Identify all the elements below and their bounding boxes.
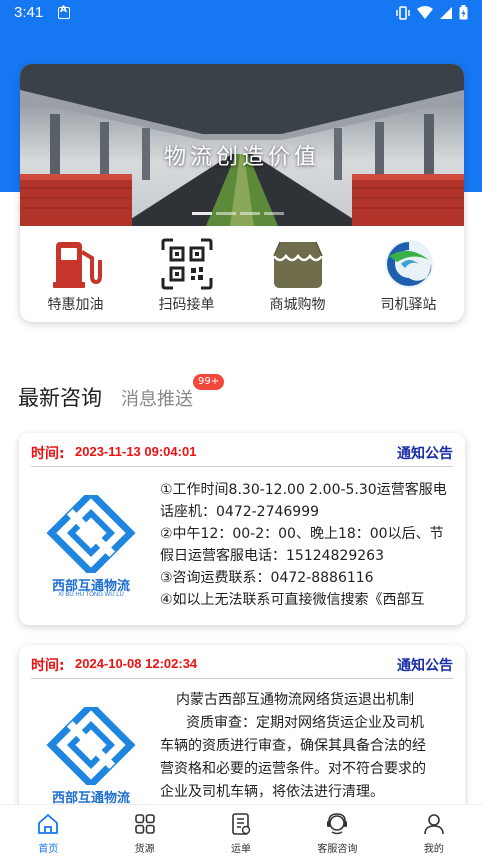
- notice-type: 通知公告: [397, 658, 453, 674]
- shop-icon: [273, 241, 323, 288]
- notice-line: 话座机：0472-2746999: [160, 504, 320, 520]
- notice-line: ②中午12：00-2：00、晚上18：00以后、节: [160, 526, 444, 542]
- section-title: 最新咨询: [18, 386, 102, 410]
- wifi-icon: [417, 5, 433, 19]
- qr-code-icon: [161, 238, 213, 290]
- company-logo-mark: [46, 700, 136, 790]
- notice-header: 时间: 2023-11-13 09:04:01 通知公告: [31, 441, 453, 467]
- notice-header: 时间: 2024-10-08 12:02:34 通知公告: [31, 653, 453, 679]
- status-icons: [395, 5, 468, 20]
- quick-item-driver-station[interactable]: 司机驿站: [353, 236, 464, 316]
- tab-label-waybill: 运单: [231, 844, 252, 855]
- quick-label-fuel: 特惠加油: [47, 297, 104, 313]
- tab-label-cargo: 货源: [134, 844, 155, 855]
- quick-label-scan: 扫码接单: [158, 297, 215, 313]
- tab-label-home: 首页: [38, 844, 59, 855]
- quick-item-fuel[interactable]: 特惠加油: [20, 236, 131, 316]
- logo-pinyin-text: XI BU HU TONG WU LU: [58, 592, 124, 598]
- status-bar: 3:41: [0, 0, 482, 28]
- notice-card[interactable]: 时间: 2023-11-13 09:04:01 通知公告 西部互通物流 XI B…: [19, 433, 465, 625]
- grid-icon: [134, 814, 155, 834]
- quick-menu: 特惠加油 扫码接单 商城购物 司机驿站: [20, 236, 464, 316]
- notice-content: 内蒙古西部互通物流网络货运退出机制 资质审查：定期对网络货运企业及司机 车辆的资…: [160, 689, 453, 804]
- tab-profile[interactable]: 我的: [386, 805, 482, 858]
- banner-carousel[interactable]: 物流创造价值: [20, 64, 464, 226]
- user-icon: [424, 814, 444, 835]
- notice-line: 资质审查：定期对网络货运企业及司机: [186, 715, 424, 731]
- signal-icon: [440, 6, 452, 19]
- tab-label-profile: 我的: [423, 844, 444, 855]
- notice-line: 车辆的资质进行审查，确保其具备合法的经: [160, 738, 426, 754]
- notice-line: ①工作时间8.30-12.00 2.00-5.30运营客服电: [160, 482, 447, 498]
- status-time: 3:41: [14, 4, 44, 21]
- battery-icon: [459, 5, 468, 20]
- fuel-pump-icon: [53, 242, 102, 288]
- feature-card: 物流创造价值 特惠加油 扫码接单 商城购物 司机驿站: [20, 64, 464, 322]
- tab-label-support: 客服咨询: [317, 844, 358, 855]
- tab-waybill[interactable]: 运单: [193, 805, 289, 858]
- home-icon: [38, 814, 59, 834]
- tab-home[interactable]: 首页: [0, 805, 96, 858]
- notice-card[interactable]: 时间: 2024-10-08 12:02:34 通知公告 西部互通物流 内蒙古西…: [19, 645, 465, 825]
- company-logo-mark: [46, 488, 136, 578]
- notice-line: 企业及司机车辆，将依法进行清理。: [160, 784, 384, 800]
- notice-time-label: 时间:: [31, 658, 65, 674]
- quick-label-shop: 商城购物: [269, 297, 326, 313]
- message-push-tab[interactable]: 消息推送: [121, 385, 193, 411]
- quick-item-shop[interactable]: 商城购物: [242, 236, 353, 316]
- vibrate-icon: [396, 5, 410, 20]
- banner-slogan: 物流创造价值: [163, 145, 320, 170]
- notice-line: 假日运营客服电话：15124829263: [160, 548, 384, 564]
- notice-time: 2023-11-13 09:04:01: [75, 444, 197, 459]
- headset-icon: [327, 813, 348, 835]
- notice-line: ④如以上无法联系可直接微信搜索《西部互: [160, 592, 425, 608]
- quick-item-scan[interactable]: 扫码接单: [131, 236, 242, 316]
- notification-a-icon: [58, 5, 70, 19]
- tab-support[interactable]: 客服咨询: [289, 805, 385, 858]
- notice-line: 营资格和必要的运营条件。对不符合要求的: [160, 761, 426, 777]
- notice-content: ①工作时间8.30-12.00 2.00-5.30运营客服电 话座机：0472-…: [160, 479, 453, 611]
- notice-type: 通知公告: [397, 446, 453, 462]
- bottom-tab-bar: 首页 货源 运单 客服咨询 我的: [0, 804, 482, 858]
- tab-cargo[interactable]: 货源: [96, 805, 192, 858]
- notice-line: ③咨询运费联系：0472-8886116: [160, 570, 374, 586]
- notice-time: 2024-10-08 12:02:34: [75, 656, 198, 671]
- company-logo: 西部互通物流: [43, 700, 139, 817]
- quick-label-driver-station: 司机驿站: [380, 297, 437, 313]
- company-logo: 西部互通物流 XI BU HU TONG WU LU: [43, 488, 139, 605]
- notice-line: 内蒙古西部互通物流网络货运退出机制: [176, 692, 414, 708]
- home-page: 3:41 A 物流创造价值 特惠加油 扫码接单 商城购物 司机驿站 最新咨询 消…: [0, 0, 482, 858]
- driver-station-icon: [385, 240, 433, 288]
- notice-time-label: 时间:: [31, 446, 65, 462]
- unread-badge: 99+: [193, 374, 225, 390]
- waybill-icon: [232, 813, 251, 835]
